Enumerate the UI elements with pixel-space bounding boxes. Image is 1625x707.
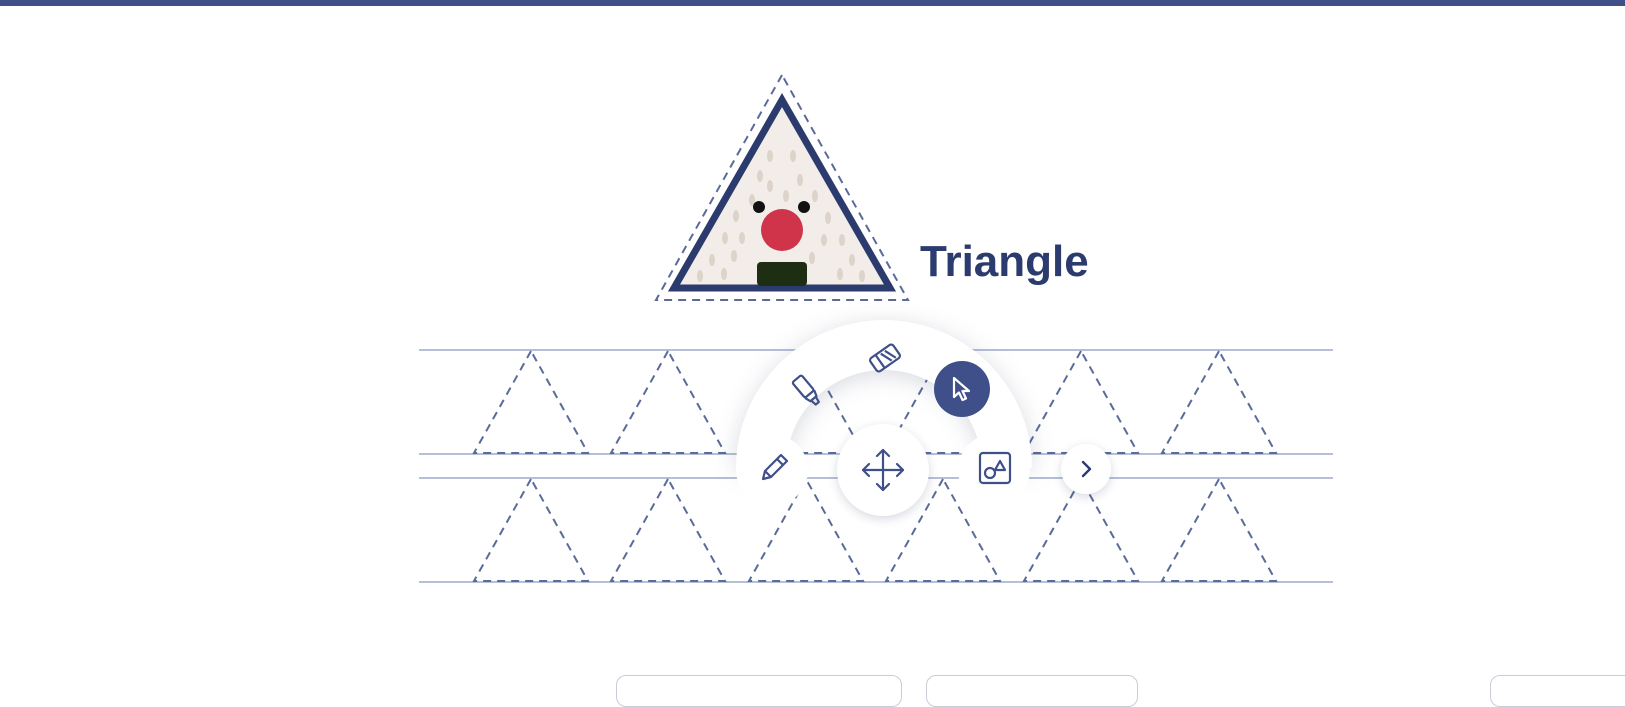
trace-triangle: [1022, 476, 1140, 582]
shapes-icon: [978, 451, 1012, 485]
pencil-icon: [761, 453, 789, 481]
pencil-tool-button[interactable]: [752, 446, 796, 490]
move-arrows-icon: [861, 448, 905, 492]
mascot-right-eye: [798, 201, 810, 213]
chevron-right-icon: [1081, 460, 1092, 478]
trace-triangle: [1022, 348, 1140, 454]
move-tool-button[interactable]: [837, 424, 929, 516]
eraser-tool-button[interactable]: [862, 336, 908, 380]
eraser-icon: [869, 343, 901, 373]
next-tool-button[interactable]: [1061, 444, 1111, 494]
tracing-worksheet: [419, 72, 1333, 583]
trace-triangle: [609, 348, 727, 454]
mascot-nose: [761, 209, 803, 251]
select-tool-button[interactable]: [934, 361, 990, 417]
highlighter-tool-button[interactable]: [784, 368, 830, 414]
trace-triangle: [1160, 476, 1278, 582]
trace-triangle: [472, 476, 590, 582]
shapes-tool-button[interactable]: [973, 446, 1017, 490]
cursor-arrow-icon: [952, 376, 971, 402]
mascot-mouth: [757, 262, 807, 286]
mascot-left-eye: [753, 201, 765, 213]
highlighter-icon: [791, 374, 820, 406]
trace-triangle: [1160, 348, 1278, 454]
triangle-mascot-body: [667, 92, 897, 292]
trace-triangle: [609, 476, 727, 582]
trace-triangle: [472, 348, 590, 454]
shape-title: Triangle: [920, 237, 1089, 286]
